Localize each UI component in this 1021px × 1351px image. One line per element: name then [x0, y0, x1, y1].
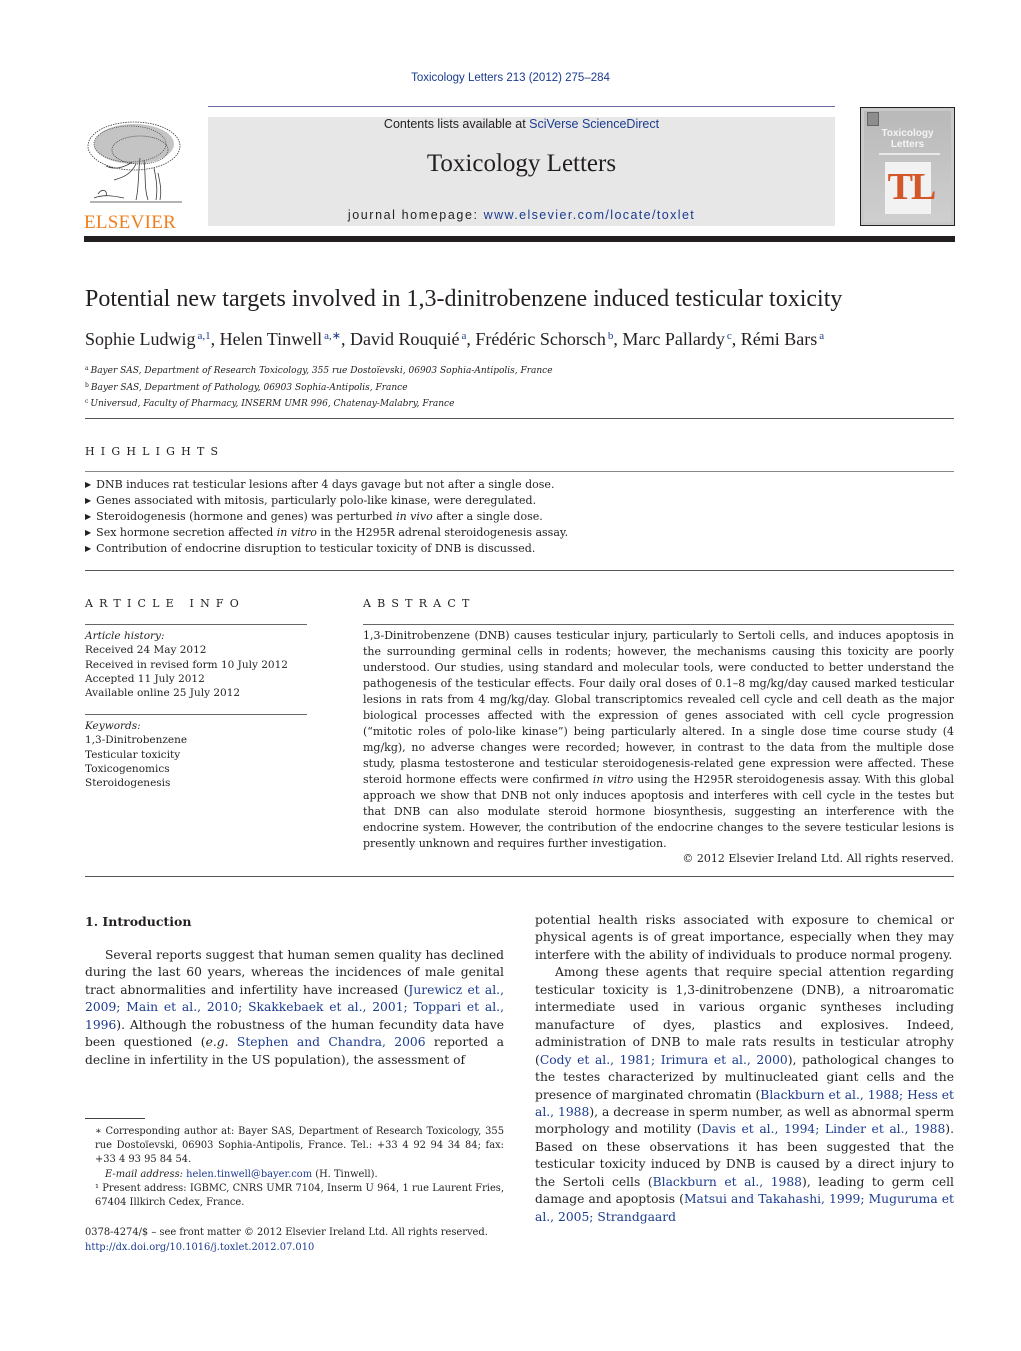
body-column-right: potential health risks associated with e… — [535, 912, 954, 1226]
history-entry: Accepted 11 July 2012 — [85, 672, 205, 685]
header-top-rule — [208, 106, 835, 107]
divider — [85, 471, 954, 472]
footnotes: ∗ Corresponding author at: Bayer SAS, De… — [85, 1125, 504, 1210]
divider — [85, 714, 307, 715]
introduction-heading: 1. Introduction — [85, 914, 192, 929]
footnote-rule — [85, 1118, 145, 1119]
article-title: Potential new targets involved in 1,3-di… — [85, 286, 843, 312]
email-link[interactable]: helen.tinwell@bayer.com — [186, 1169, 312, 1180]
author[interactable]: Rémi Bars a — [741, 329, 824, 349]
elsevier-logo[interactable]: ELSEVIER — [84, 118, 186, 233]
highlight-item: ▶ Steroidogenesis (hormone and genes) was… — [85, 509, 543, 523]
abstract-body: 1,3-Dinitrobenzene (DNB) causes testicul… — [363, 629, 954, 850]
sciencedirect-link[interactable]: SciVerse ScienceDirect — [529, 117, 659, 131]
author[interactable]: Sophie Ludwig a,1 — [85, 329, 211, 349]
divider — [85, 570, 954, 571]
paragraph: Among these agents that require special … — [535, 965, 954, 1224]
keyword: Toxicogenomics — [85, 762, 170, 775]
journal-citation[interactable]: Toxicology Letters 213 (2012) 275–284 — [0, 72, 1021, 84]
affiliation: a Bayer SAS, Department of Research Toxic… — [85, 365, 553, 376]
cover-elsevier-badge-icon — [867, 112, 879, 126]
email-note: E-mail address: helen.tinwell@bayer.com … — [105, 1168, 378, 1180]
bullet-triangle-icon: ▶ — [85, 527, 92, 537]
keyword: 1,3-Dinitrobenzene — [85, 734, 188, 747]
author-list: Sophie Ludwig a,1, Helen Tinwell a,∗, Davi… — [85, 329, 825, 349]
author[interactable]: Helen Tinwell a,∗ — [220, 329, 341, 349]
bullet-triangle-icon: ▶ — [85, 543, 92, 553]
affiliations: a Bayer SAS, Department of Research Toxic… — [85, 362, 965, 412]
journal-homepage-link[interactable]: www.elsevier.com/locate/toxlet — [484, 208, 696, 222]
journal-title: Toxicology Letters — [426, 150, 617, 177]
abstract-copyright: © 2012 Elsevier Ireland Ltd. All rights … — [682, 852, 954, 865]
history-entry: Available online 25 July 2012 — [85, 687, 241, 700]
keyword: Steroidogenesis — [85, 777, 171, 790]
bullet-triangle-icon: ▶ — [85, 495, 92, 505]
divider — [85, 876, 954, 877]
corresponding-author-note: ∗ Corresponding author at: Bayer SAS, De… — [95, 1126, 504, 1166]
affiliation: b Bayer SAS, Department of Pathology, 069… — [85, 381, 408, 393]
keyword: Testicular toxicity — [85, 748, 181, 761]
article-info-heading: ARTICLE INFO — [85, 597, 245, 610]
cover-title: Toxicology Letters — [881, 128, 934, 150]
issn-line: 0378-4274/$ – see front matter © 2012 El… — [85, 1227, 488, 1238]
elsevier-tree-icon — [87, 121, 182, 203]
paragraph: Several reports suggest that human semen… — [85, 948, 504, 1067]
highlights-list: ▶ DNB induces rat testicular lesions afte… — [85, 477, 945, 557]
header-thick-rule — [84, 236, 955, 242]
reference-link[interactable]: Davis et al., 1994; Linder et al., 1988 — [702, 1122, 946, 1136]
contents-available-line: Contents lists available at SciVerse Sci… — [383, 117, 660, 131]
journal-homepage-line: journal homepage: www.elsevier.com/locat… — [347, 208, 696, 222]
elsevier-wordmark: ELSEVIER — [84, 212, 177, 233]
bullet-triangle-icon: ▶ — [85, 511, 92, 521]
reference-link[interactable]: Stephen and Chandra, 2006 — [237, 1035, 426, 1049]
cover-monogram: TL — [887, 166, 937, 208]
journal-cover-thumbnail[interactable]: Toxicology Letters TL — [860, 107, 955, 226]
paragraph-continued: potential health risks associated with e… — [535, 913, 954, 962]
highlight-item: ▶ DNB induces rat testicular lesions afte… — [85, 478, 555, 491]
highlight-item: ▶ Genes associated with mitosis, particul… — [85, 493, 537, 507]
doi-link[interactable]: http://dx.doi.org/10.1016/j.toxlet.2012.… — [85, 1241, 515, 1256]
divider — [363, 624, 954, 625]
divider — [85, 418, 954, 419]
divider — [85, 624, 307, 625]
bullet-triangle-icon: ▶ — [85, 480, 92, 489]
author[interactable]: Frédéric Schorsch b — [475, 329, 613, 349]
article-history: Article history: Received 24 May 2012 Re… — [85, 629, 307, 700]
history-entry: Received 24 May 2012 — [85, 644, 207, 657]
reference-link[interactable]: Blackburn et al., 1988 — [653, 1175, 802, 1189]
author[interactable]: Marc Pallardy c — [622, 329, 731, 349]
highlights-heading: HIGHLIGHTS — [85, 445, 225, 458]
present-address-note: ¹ Present address: IGBMC, CNRS UMR 7104,… — [95, 1182, 504, 1209]
highlight-item: ▶ Sex hormone secretion affected in vitro… — [85, 525, 569, 539]
highlight-item: ▶ Contribution of endocrine disruption to… — [85, 541, 536, 555]
affiliation: c Universud, Faculty of Pharmacy, INSERM … — [85, 398, 455, 409]
reference-link[interactable]: Cody et al., 1981; Irimura et al., 2000 — [540, 1053, 788, 1067]
author[interactable]: David Rouquié a — [350, 329, 466, 349]
body-column-left: Several reports suggest that human semen… — [85, 947, 504, 1069]
history-entry: Received in revised form 10 July 2012 — [85, 658, 288, 671]
abstract-heading: ABSTRACT — [363, 597, 476, 610]
cover-divider — [879, 153, 940, 155]
front-matter: 0378-4274/$ – see front matter © 2012 El… — [85, 1226, 515, 1255]
keywords: Keywords: 1,3-Dinitrobenzene Testicular … — [85, 719, 307, 790]
